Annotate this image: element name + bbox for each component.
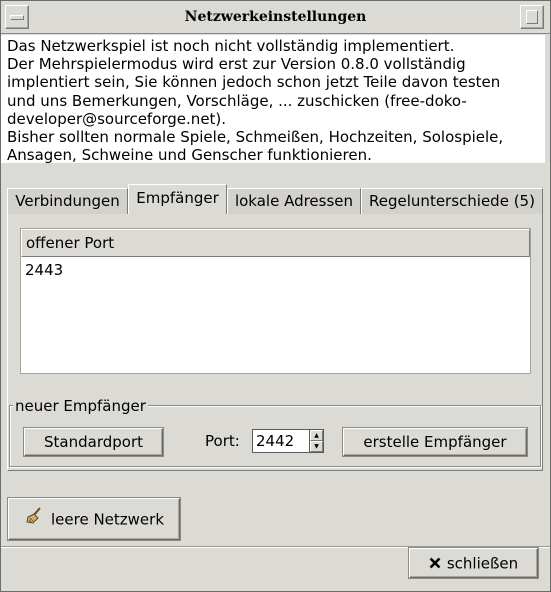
info-line: Bisher sollten normale Spiele, Schmeißen… <box>7 128 504 147</box>
clear-network-label: leere Netzwerk <box>51 510 165 529</box>
broom-icon <box>25 500 45 540</box>
stepper-down-button[interactable]: ▼ <box>310 441 323 452</box>
x-icon <box>429 550 441 578</box>
clear-network-button[interactable]: leere Netzwerk <box>8 498 180 540</box>
stepper-up-button[interactable]: ▲ <box>310 430 323 441</box>
info-line: developer@sourceforge.net). <box>7 109 227 128</box>
window-title: Netzwerkeinstellungen <box>184 9 367 25</box>
create-receiver-button[interactable]: erstelle Empfänger <box>343 428 527 456</box>
close-button[interactable]: schließen <box>409 548 538 578</box>
default-port-button[interactable]: Standardport <box>24 428 163 456</box>
column-header-offener-port[interactable]: offener Port <box>21 229 530 257</box>
tab-regelunterschiede[interactable]: Regelunterschiede (5) <box>361 188 543 214</box>
maximize-icon <box>526 10 538 24</box>
tab-verbindungen[interactable]: Verbindungen <box>7 188 128 214</box>
port-input[interactable]: 2442 <box>252 429 310 453</box>
info-line: Das Netzwerkspiel ist noch nicht vollstä… <box>7 37 455 55</box>
info-line: und uns Bemerkungen, Vorschläge, ... zus… <box>7 91 467 110</box>
maximize-button[interactable] <box>520 5 544 29</box>
port-label: Port: <box>205 432 240 450</box>
close-label: schließen <box>446 554 519 573</box>
tab-empfaenger[interactable]: Empfänger <box>128 184 227 214</box>
info-line: Der Mehrspielermodus wird erst zur Versi… <box>7 55 466 74</box>
new-receiver-group-label: neuer Empfänger <box>13 396 148 416</box>
info-line: Ansagen, Schweine und Genscher funktioni… <box>7 146 372 165</box>
tab-lokale-adressen[interactable]: lokale Adressen <box>227 188 361 214</box>
port-stepper: ▲ ▼ <box>310 429 324 453</box>
info-text: Das Netzwerkspiel ist noch nicht vollstä… <box>1 35 545 165</box>
table-row[interactable]: 2443 <box>21 258 530 282</box>
info-line: implentiert sein, Sie können jedoch scho… <box>7 73 501 92</box>
title-bar[interactable]: Netzwerkeinstellungen <box>1 1 550 34</box>
window-menu-icon <box>10 15 24 20</box>
window-menu-button[interactable] <box>5 5 29 29</box>
